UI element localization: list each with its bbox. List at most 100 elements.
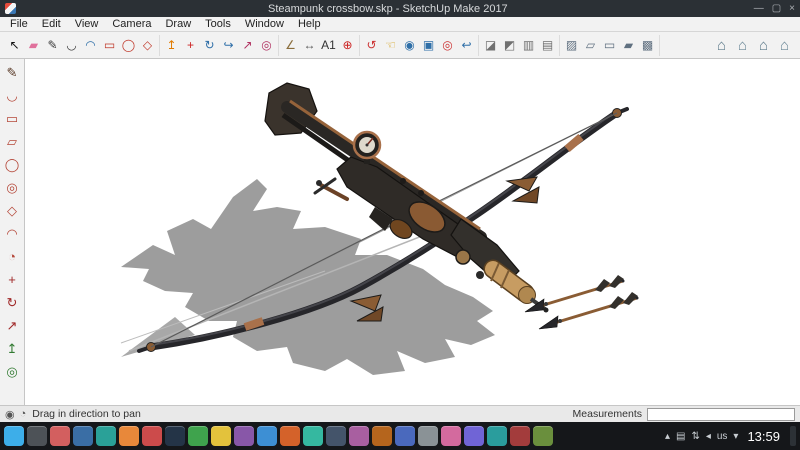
- app-icon-4[interactable]: [73, 426, 93, 446]
- menu-item[interactable]: Help: [291, 18, 328, 30]
- titlebar[interactable]: Steampunk crossbow.skp - SketchUp Make 2…: [0, 0, 800, 17]
- rotate-tool-icon[interactable]: ↻: [2, 291, 23, 314]
- eraser-tool-icon[interactable]: ▰: [24, 35, 43, 56]
- axes-tool-icon[interactable]: ⊕: [338, 35, 357, 56]
- app-icon-13[interactable]: [280, 426, 300, 446]
- credits-status-icon[interactable]: ◔: [20, 408, 27, 421]
- zoom-extents-icon[interactable]: ◎: [438, 35, 457, 56]
- app-icon-7[interactable]: [142, 426, 162, 446]
- arc-tool-icon[interactable]: ◠: [2, 222, 23, 245]
- text-tool-icon[interactable]: A1: [319, 35, 338, 56]
- back-edges-icon[interactable]: ▤: [538, 35, 557, 56]
- rotated-rectangle-tool-icon[interactable]: ▱: [2, 130, 23, 153]
- panel-hide-button[interactable]: [790, 426, 796, 446]
- iso-view-icon[interactable]: ⌂: [711, 35, 732, 56]
- rotate-tool-icon[interactable]: ↻: [200, 35, 219, 56]
- tray-expand-icon[interactable]: ▴: [665, 431, 670, 442]
- menu-item[interactable]: View: [68, 18, 106, 30]
- offset-tool-icon[interactable]: ◎: [257, 35, 276, 56]
- ellipse-tool-icon[interactable]: ◎: [2, 176, 23, 199]
- dimension-icon[interactable]: ↔: [300, 35, 319, 56]
- front-view-icon[interactable]: ⌂: [753, 35, 774, 56]
- follow-me-tool-icon[interactable]: ↪: [219, 35, 238, 56]
- app-icon-9[interactable]: [188, 426, 208, 446]
- line-tool-icon[interactable]: ✎: [43, 35, 62, 56]
- app-icon-1[interactable]: [4, 426, 24, 446]
- app-icon-24[interactable]: [533, 426, 553, 446]
- app-icon-16[interactable]: [349, 426, 369, 446]
- clock[interactable]: 13:59: [747, 429, 780, 444]
- shaded-style-icon[interactable]: ▰: [619, 35, 638, 56]
- top-view-icon[interactable]: ⌂: [732, 35, 753, 56]
- hidden-line-style-icon[interactable]: ▭: [600, 35, 619, 56]
- app-icon-18[interactable]: [395, 426, 415, 446]
- section-display-icon[interactable]: ◩: [500, 35, 519, 56]
- scale-tool-icon[interactable]: ↗: [2, 314, 23, 337]
- move-tool-icon[interactable]: +: [181, 35, 200, 56]
- geolocation-status-icon[interactable]: ◉: [5, 408, 15, 421]
- section-cut-icon[interactable]: ▥: [519, 35, 538, 56]
- pan-tool-icon[interactable]: ☜: [381, 35, 400, 56]
- app-icon-8[interactable]: [165, 426, 185, 446]
- maximize-button[interactable]: ▢: [772, 3, 781, 14]
- textured-style-icon[interactable]: ▩: [638, 35, 657, 56]
- notification-tray-icon[interactable]: ▾: [733, 431, 738, 442]
- menu-item[interactable]: Edit: [35, 18, 68, 30]
- app-icon-10[interactable]: [211, 426, 231, 446]
- app-icon-21[interactable]: [464, 426, 484, 446]
- app-icon-3[interactable]: [50, 426, 70, 446]
- rectangle-tool-icon[interactable]: ▭: [100, 35, 119, 56]
- volume-tray-icon[interactable]: ◂: [706, 431, 711, 442]
- offset-tool-icon[interactable]: ◎: [2, 360, 23, 383]
- rectangle-tool-icon[interactable]: ▭: [2, 107, 23, 130]
- app-icon-14[interactable]: [303, 426, 323, 446]
- previous-view-icon[interactable]: ↩: [457, 35, 476, 56]
- circle-tool-icon[interactable]: ◯: [2, 153, 23, 176]
- app-icon-6[interactable]: [119, 426, 139, 446]
- polygon-tool-icon[interactable]: ◇: [138, 35, 157, 56]
- app-icon-12[interactable]: [257, 426, 277, 446]
- polygon-tool-icon[interactable]: ◇: [2, 199, 23, 222]
- app-icon-17[interactable]: [372, 426, 392, 446]
- measurements-input[interactable]: [647, 408, 795, 421]
- circle-tool-icon[interactable]: ◯: [119, 35, 138, 56]
- app-icon-23[interactable]: [510, 426, 530, 446]
- minimize-button[interactable]: —: [754, 3, 764, 14]
- zoom-tool-icon[interactable]: ◉: [400, 35, 419, 56]
- menu-item[interactable]: Tools: [198, 18, 238, 30]
- window-controls: — ▢ ×: [754, 3, 795, 14]
- menu-item[interactable]: File: [3, 18, 35, 30]
- orbit-tool-icon[interactable]: ↺: [362, 35, 381, 56]
- zoom-window-icon[interactable]: ▣: [419, 35, 438, 56]
- pie-tool-icon[interactable]: ◔: [2, 245, 23, 268]
- freehand-tool-icon[interactable]: ◡: [2, 84, 23, 107]
- app-icon-11[interactable]: [234, 426, 254, 446]
- scale-tool-icon[interactable]: ↗: [238, 35, 257, 56]
- push-pull-tool-icon[interactable]: ↥: [162, 35, 181, 56]
- close-button[interactable]: ×: [789, 3, 795, 14]
- move-tool-icon[interactable]: +: [2, 268, 23, 291]
- network-tray-icon[interactable]: ⇅: [691, 431, 699, 442]
- app-icon-22[interactable]: [487, 426, 507, 446]
- arc-tool-icon[interactable]: ◠: [81, 35, 100, 56]
- app-icon-20[interactable]: [441, 426, 461, 446]
- app-icon-15[interactable]: [326, 426, 346, 446]
- line-tool-icon[interactable]: ✎: [2, 61, 23, 84]
- freehand-tool-icon[interactable]: ◡: [62, 35, 81, 56]
- app-icon-19[interactable]: [418, 426, 438, 446]
- section-plane-icon[interactable]: ◪: [481, 35, 500, 56]
- app-icon-2[interactable]: [27, 426, 47, 446]
- app-icon-5[interactable]: [96, 426, 116, 446]
- menu-item[interactable]: Camera: [105, 18, 158, 30]
- xray-style-icon[interactable]: ▨: [562, 35, 581, 56]
- push-pull-tool-icon[interactable]: ↥: [2, 337, 23, 360]
- right-view-icon[interactable]: ⌂: [774, 35, 795, 56]
- wireframe-style-icon[interactable]: ▱: [581, 35, 600, 56]
- modeling-viewport[interactable]: [25, 59, 800, 405]
- menu-item[interactable]: Window: [238, 18, 291, 30]
- keyboard-layout-indicator[interactable]: us: [717, 431, 728, 442]
- select-tool-icon[interactable]: ↖: [5, 35, 24, 56]
- menu-item[interactable]: Draw: [158, 18, 198, 30]
- tape-measure-icon[interactable]: ∠: [281, 35, 300, 56]
- clipboard-tray-icon[interactable]: ▤: [676, 431, 685, 442]
